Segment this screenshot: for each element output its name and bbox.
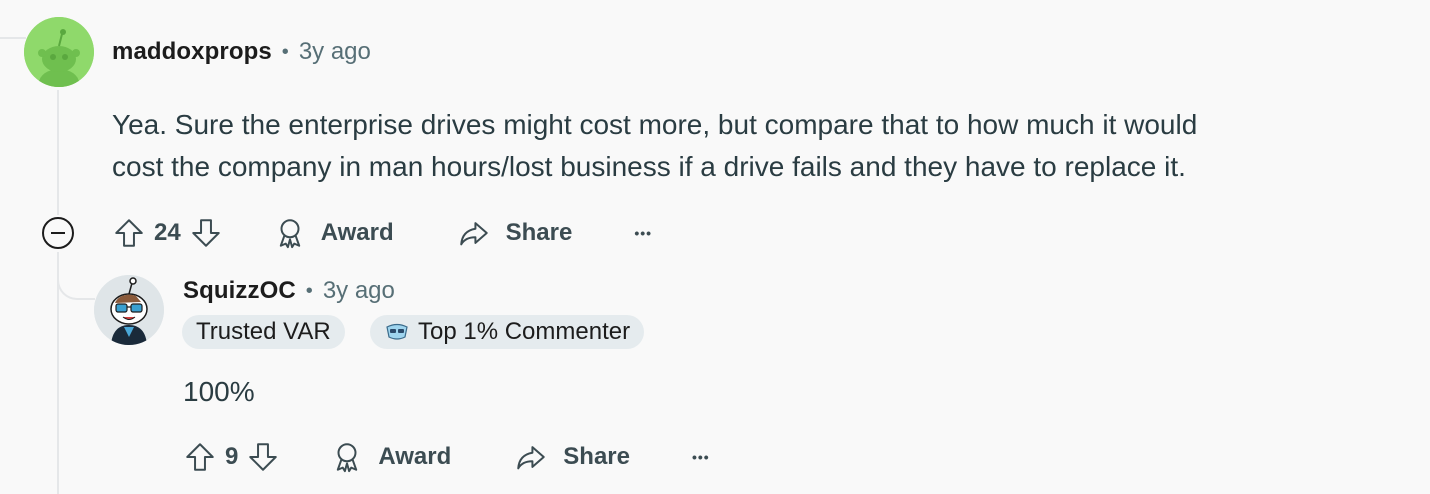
award-icon <box>337 443 358 473</box>
share-label: Share <box>563 443 630 470</box>
comment-body-line: 100% <box>183 376 255 407</box>
comment-body-line: Yea. Sure the enterprise drives might co… <box>112 109 1198 140</box>
user-flair: Trusted VAR <box>182 315 345 349</box>
vote-count: 9 <box>225 443 239 470</box>
award-button[interactable]: Award <box>330 440 451 474</box>
timestamp[interactable]: 3y ago <box>323 277 395 305</box>
award-icon <box>279 219 300 249</box>
upvote-icon[interactable] <box>183 440 217 474</box>
share-label: Share <box>505 219 573 246</box>
more-options-button[interactable]: ••• <box>692 449 710 465</box>
timestamp[interactable]: 3y ago <box>299 38 371 66</box>
comment-meta: maddoxprops • 3y ago <box>112 38 371 66</box>
thread-line-top <box>0 37 26 39</box>
share-button[interactable]: Share <box>456 216 573 250</box>
share-icon <box>517 446 546 470</box>
flair-label: Top 1% Commenter <box>418 318 631 345</box>
vote-count: 24 <box>154 219 181 246</box>
thread-line-parent <box>57 90 59 215</box>
comment-body-line: cost the company in man hours/lost busin… <box>112 151 1186 182</box>
thread-line-branch <box>57 252 95 300</box>
comment-body: Yea. Sure the enterprise drives might co… <box>112 104 1197 188</box>
comment-actions: 9 Award Share ••• <box>183 437 710 477</box>
comment-meta: SquizzOC • 3y ago <box>183 277 395 305</box>
comment-body: 100% <box>183 371 255 413</box>
downvote-icon[interactable] <box>246 440 280 474</box>
meta-separator: • <box>281 40 289 63</box>
more-options-icon: ••• <box>691 449 710 465</box>
share-button[interactable]: Share <box>513 440 630 474</box>
username[interactable]: SquizzOC <box>183 277 296 305</box>
commenter-badge-icon <box>386 323 408 340</box>
downvote-icon[interactable] <box>189 216 223 250</box>
username[interactable]: maddoxprops <box>112 38 272 66</box>
comment-actions: 24 Award Share ••• <box>112 213 652 253</box>
award-button[interactable]: Award <box>273 216 394 250</box>
share-icon <box>459 222 488 246</box>
flair-label: Trusted VAR <box>196 318 331 345</box>
commenter-badge: Top 1% Commenter <box>370 315 645 349</box>
award-label: Award <box>378 443 452 470</box>
avatar[interactable] <box>24 17 94 87</box>
award-label: Award <box>320 219 394 246</box>
avatar[interactable] <box>94 275 164 345</box>
meta-separator: • <box>305 279 313 302</box>
more-options-icon: ••• <box>634 225 653 241</box>
collapse-icon[interactable] <box>42 217 74 249</box>
more-options-button[interactable]: ••• <box>634 225 652 241</box>
snoo-avatar-icon <box>24 17 94 87</box>
upvote-icon[interactable] <box>112 216 146 250</box>
snoo-avatar-icon <box>94 275 164 345</box>
